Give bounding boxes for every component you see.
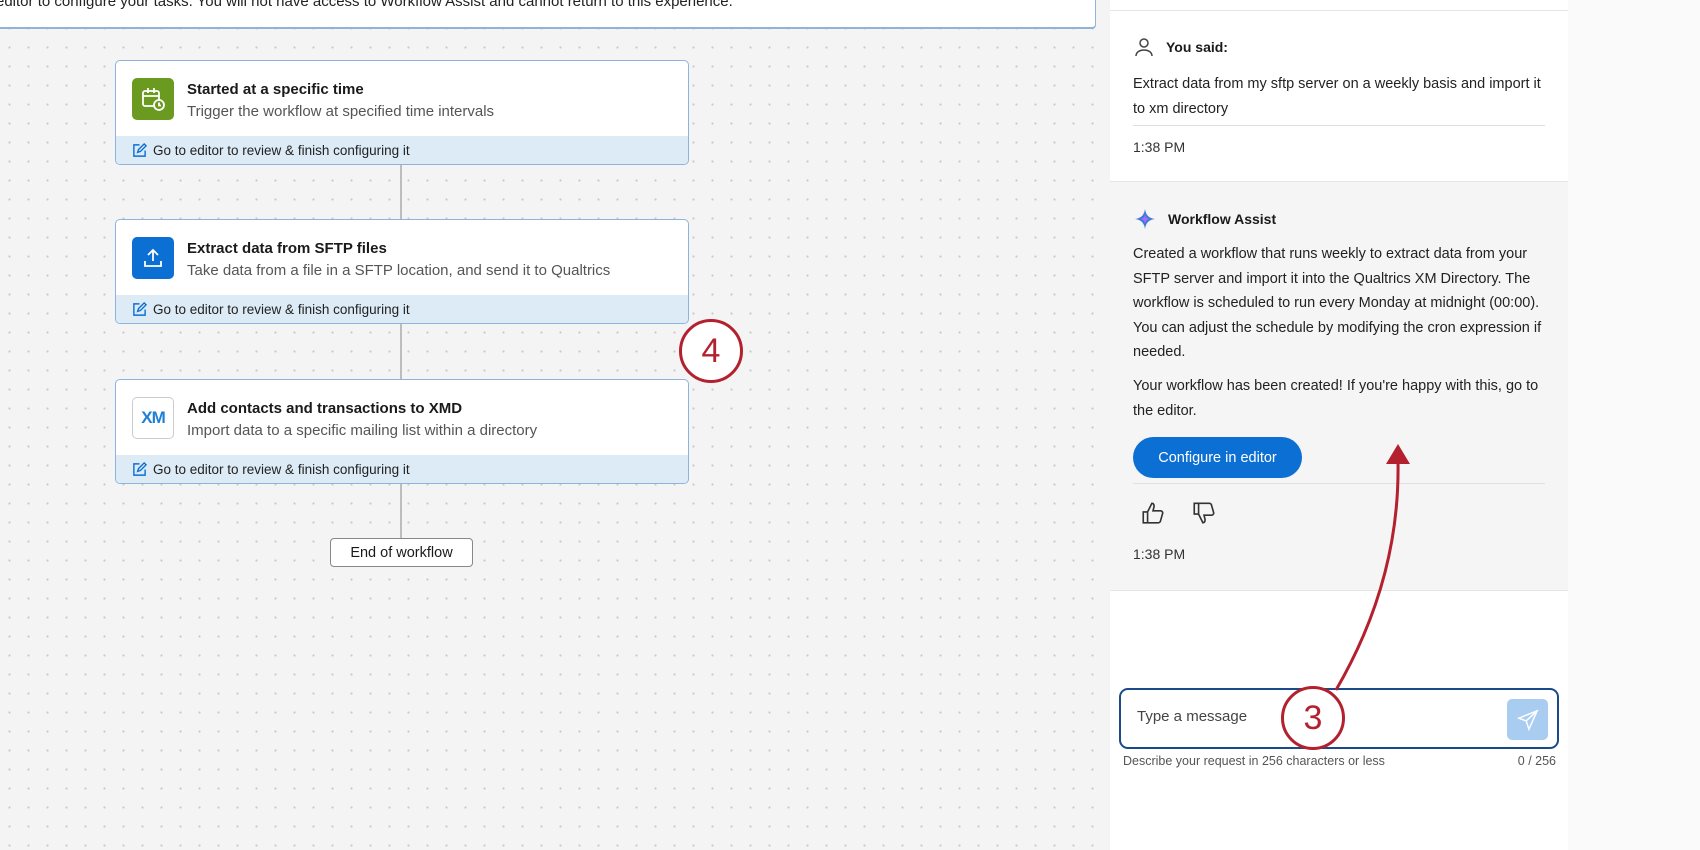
xm-logo-icon: XM	[132, 397, 174, 439]
sparkle-icon	[1135, 209, 1155, 229]
annotation-callout-4: 4	[679, 319, 743, 383]
connector	[400, 323, 402, 380]
footer-text: Go to editor to review & finish configur…	[153, 142, 410, 158]
connector	[400, 164, 402, 220]
calendar-clock-icon	[132, 78, 174, 120]
step-description: Import data to a specific mailing list w…	[187, 422, 538, 439]
step-description: Trigger the workflow at specified time i…	[187, 103, 495, 120]
thumbs-down-icon[interactable]	[1191, 500, 1217, 526]
configure-in-editor-button[interactable]: Configure in editor	[1133, 437, 1302, 478]
workflow-step-trigger[interactable]: Started at a specific time Trigger the w…	[115, 60, 689, 165]
right-margin	[1568, 0, 1700, 850]
input-hint: Describe your request in 256 characters …	[1123, 754, 1385, 768]
assistant-message-text: Created a workflow that runs weekly to e…	[1133, 246, 1542, 360]
assistant-label: Workflow Assist	[1134, 208, 1276, 230]
workflow-step-xmd[interactable]: XM Add contacts and transactions to XMD …	[115, 379, 689, 484]
edit-icon	[133, 301, 147, 316]
timestamp: 1:38 PM	[1133, 139, 1186, 155]
thumbs-up-icon[interactable]	[1140, 500, 1166, 526]
assistant-label-text: Workflow Assist	[1168, 211, 1277, 227]
banner-text: editor to configure your tasks. You will…	[0, 0, 733, 10]
info-banner: editor to configure your tasks. You will…	[0, 0, 1096, 29]
user-message-text: Extract data from my sftp server on a we…	[1133, 76, 1541, 117]
footer-text: Go to editor to review & finish configur…	[153, 461, 410, 477]
send-button[interactable]	[1507, 699, 1548, 740]
footer-text: Go to editor to review & finish configur…	[153, 301, 410, 317]
divider	[1133, 125, 1545, 126]
annotation-callout-3: 3	[1281, 686, 1345, 750]
send-icon	[1516, 708, 1539, 731]
timestamp: 1:38 PM	[1133, 546, 1186, 562]
go-to-editor-link[interactable]: Go to editor to review & finish configur…	[116, 295, 688, 323]
user-icon	[1135, 38, 1153, 57]
assistant-message: Workflow Assist Created a workflow that …	[1110, 181, 1568, 591]
user-label-text: You said:	[1166, 39, 1228, 55]
workflow-step-extract[interactable]: Extract data from SFTP files Take data f…	[115, 219, 689, 324]
go-to-editor-link[interactable]: Go to editor to review & finish configur…	[116, 136, 688, 164]
edit-icon	[133, 142, 147, 157]
end-of-workflow: End of workflow	[330, 538, 473, 567]
assistant-message-text: Your workflow has been created! If you'r…	[1133, 378, 1539, 419]
workflow-canvas: editor to configure your tasks. You will…	[0, 0, 1110, 850]
user-message: You said: Extract data from my sftp serv…	[1110, 10, 1568, 181]
connector	[400, 483, 402, 539]
xm-logo-text: XM	[141, 408, 165, 427]
character-counter: 0 / 256	[1517, 754, 1556, 768]
step-description: Take data from a file in a SFTP location…	[187, 262, 611, 279]
edit-icon	[133, 461, 147, 476]
user-label: You said:	[1134, 37, 1228, 57]
divider	[1133, 483, 1545, 484]
step-title: Started at a specific time	[187, 81, 364, 98]
step-title: Add contacts and transactions to XMD	[187, 400, 463, 417]
upload-icon	[132, 237, 174, 279]
step-title: Extract data from SFTP files	[187, 240, 387, 257]
go-to-editor-link[interactable]: Go to editor to review & finish configur…	[116, 455, 688, 483]
